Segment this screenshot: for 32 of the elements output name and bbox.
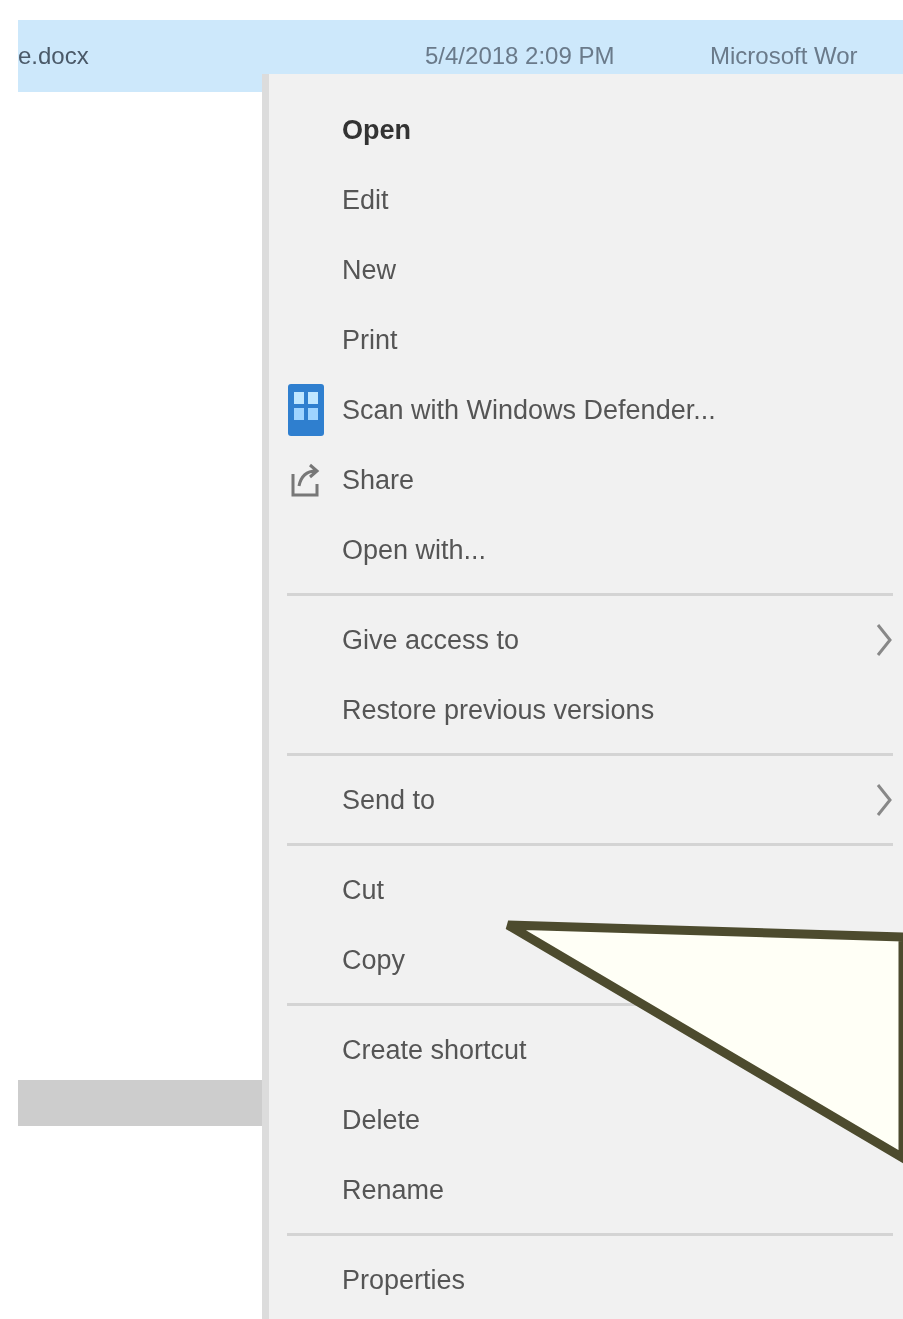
menu-item[interactable]: Properties bbox=[269, 1245, 903, 1315]
menu-item-label: Scan with Windows Defender... bbox=[342, 394, 716, 426]
menu-item[interactable]: Open bbox=[269, 95, 903, 165]
menu-item-label: Give access to bbox=[342, 624, 520, 656]
menu-item[interactable]: New bbox=[269, 235, 903, 305]
menu-item-label: Properties bbox=[342, 1264, 466, 1296]
menu-item-label: Copy bbox=[342, 944, 406, 976]
menu-item-label: Restore previous versions bbox=[342, 694, 655, 726]
menu-item-label: Cut bbox=[342, 874, 385, 906]
menu-item[interactable]: Edit bbox=[269, 165, 903, 235]
menu-item[interactable]: Scan with Windows Defender... bbox=[269, 375, 903, 445]
menu-item[interactable]: Rename bbox=[269, 1155, 903, 1225]
menu-item-label: Share bbox=[342, 464, 415, 496]
menu-item-label: New bbox=[342, 254, 396, 286]
menu-item[interactable]: Cut bbox=[269, 855, 903, 925]
file-date: 5/4/2018 2:09 PM bbox=[425, 42, 616, 70]
menu-item[interactable]: Print bbox=[269, 305, 903, 375]
file-name: e.docx bbox=[18, 42, 90, 70]
menu-item-label: Print bbox=[342, 324, 398, 356]
file-type: Microsoft Wor bbox=[710, 42, 858, 70]
menu-item-label: Send to bbox=[342, 784, 436, 816]
menu-item-label: Delete bbox=[342, 1104, 421, 1136]
menu-item[interactable]: Restore previous versions bbox=[269, 675, 903, 745]
menu-item[interactable]: Open with... bbox=[269, 515, 903, 585]
menu-item[interactable]: Give access to bbox=[269, 605, 903, 675]
menu-item-label: Edit bbox=[342, 184, 389, 216]
menu-item-label: Rename bbox=[342, 1174, 445, 1206]
menu-item[interactable]: Send to bbox=[269, 765, 903, 835]
menu-item-label: Open with... bbox=[342, 534, 487, 566]
menu-item[interactable]: Share bbox=[269, 445, 903, 515]
menu-item-label: Create shortcut bbox=[342, 1034, 527, 1066]
menu-item-label: Open bbox=[342, 114, 411, 146]
